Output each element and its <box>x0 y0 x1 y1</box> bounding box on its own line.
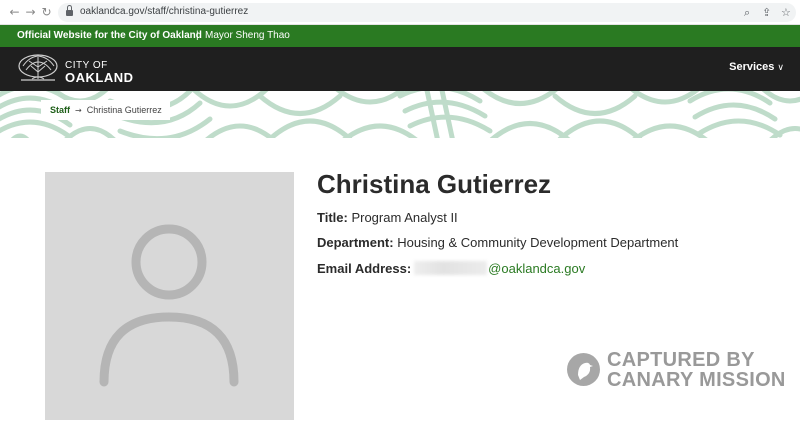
address-bar[interactable]: oaklandca.gov/staff/christina-gutierrez … <box>58 3 796 22</box>
share-icon[interactable]: ⇪ <box>762 6 771 19</box>
url-text[interactable]: oaklandca.gov/staff/christina-gutierrez <box>80 6 248 17</box>
site-header: CITY OF OAKLAND Services ∨ <box>0 47 800 91</box>
department-value: Housing & Community Development Departme… <box>397 235 679 250</box>
profile-photo <box>45 172 294 420</box>
department-label: Department: <box>317 235 394 250</box>
watermark: CAPTURED BY CANARY MISSION <box>567 348 787 392</box>
arrow-right-icon[interactable]: → <box>24 6 37 19</box>
department-row: Department: Housing & Community Developm… <box>317 235 678 250</box>
official-site-text[interactable]: Official Website for the City of Oakland <box>17 30 202 41</box>
mayor-link[interactable]: Mayor Sheng Thao <box>205 30 290 41</box>
watermark-line2: CANARY MISSION <box>607 369 786 391</box>
email-link[interactable]: @oaklandca.gov <box>488 261 585 276</box>
email-label: Email Address: <box>317 261 412 276</box>
breadcrumb-arrow-icon: → <box>75 106 82 115</box>
official-bar-separator: | <box>196 30 199 41</box>
arrow-left-icon[interactable]: ← <box>8 6 21 19</box>
services-label: Services <box>729 61 775 73</box>
browser-toolbar: ← → ↻ oaklandca.gov/staff/christina-guti… <box>0 0 800 25</box>
canary-bird-icon <box>567 353 600 386</box>
title-label: Title: <box>317 210 348 225</box>
city-logo[interactable]: CITY OF OAKLAND <box>17 53 137 85</box>
staff-name: Christina Gutierrez <box>317 169 552 199</box>
oak-tree-icon <box>18 54 58 81</box>
zoom-icon[interactable]: ⌕ <box>744 6 750 20</box>
reload-icon[interactable]: ↻ <box>40 6 53 19</box>
chevron-down-icon: ∨ <box>777 63 784 73</box>
breadcrumb: Staff → Christina Gutierrez <box>41 100 170 120</box>
user-placeholder-icon <box>99 224 239 387</box>
breadcrumb-current: Christina Gutierrez <box>86 105 162 115</box>
breadcrumb-staff-link[interactable]: Staff <box>50 105 70 115</box>
title-value: Program Analyst II <box>351 210 458 225</box>
services-menu-button[interactable]: Services ∨ <box>729 61 784 73</box>
bookmark-star-icon[interactable]: ☆ <box>781 6 791 19</box>
redacted-email-user <box>414 261 488 275</box>
pattern-banner: Staff → Christina Gutierrez <box>0 91 800 138</box>
lock-icon <box>66 5 73 16</box>
logo-line2: OAKLAND <box>65 70 134 85</box>
email-row: Email Address: @oaklandca.gov <box>317 261 585 276</box>
official-site-bar: Official Website for the City of Oakland… <box>0 25 800 47</box>
title-row: Title: Program Analyst II <box>317 210 458 225</box>
